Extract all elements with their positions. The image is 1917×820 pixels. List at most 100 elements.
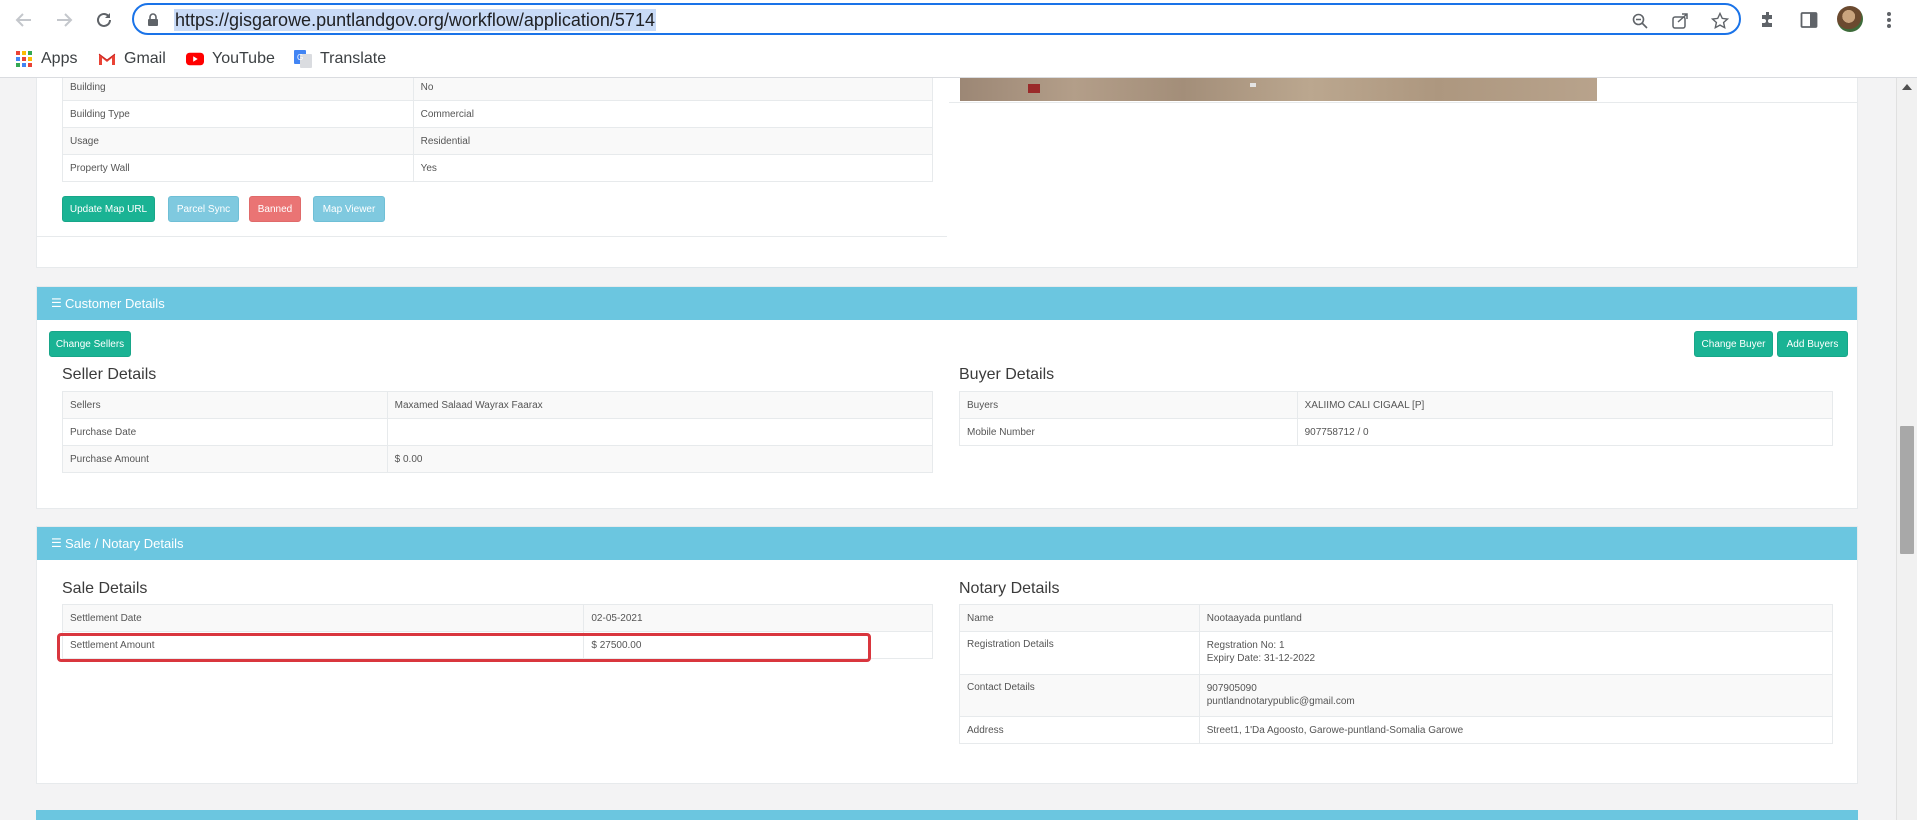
row-label: Building Type (62, 100, 414, 128)
registration-number: Regstration No: 1 (1206, 640, 1285, 651)
row-value: 02-05-2021 (583, 604, 933, 632)
extensions-icon[interactable] (1756, 8, 1780, 32)
table-row: Purchase Amount $ 0.00 (62, 445, 934, 473)
change-sellers-button[interactable]: Change Sellers (49, 331, 131, 357)
row-value: Nootaayada puntland (1198, 604, 1834, 632)
row-label: Registration Details (959, 631, 1200, 675)
property-panel: Building No Building Type Commercial Usage… (36, 78, 1858, 268)
zoom-icon[interactable] (1630, 11, 1650, 31)
contact-email: puntlandnotarypublic@gmail.com (1206, 696, 1355, 707)
apps-grid-icon (15, 50, 33, 68)
update-map-url-button[interactable]: Update Map URL (62, 196, 155, 222)
menu-icon[interactable] (1877, 8, 1901, 32)
url-text[interactable]: https://gisgarowe.puntlandgov.org/workfl… (174, 9, 656, 31)
browser-toolbar: https://gisgarowe.puntlandgov.org/workfl… (0, 0, 1917, 40)
table-row: Contact Details 907905090 puntlandnotary… (959, 674, 1834, 717)
add-buyers-button[interactable]: Add Buyers (1777, 331, 1848, 357)
row-label: Settlement Date (61, 604, 585, 632)
svg-text:G: G (297, 53, 303, 62)
row-value: Street1, 1'Da Agoosto, Garowe-puntland-S… (1198, 716, 1834, 744)
bookmark-gmail[interactable]: Gmail (98, 49, 166, 69)
profile-avatar[interactable] (1837, 6, 1863, 32)
scroll-up-arrow-icon[interactable] (1902, 84, 1912, 90)
row-value: 907905090 puntlandnotarypublic@gmail.com (1198, 674, 1834, 717)
row-value: No (412, 78, 934, 101)
seller-table: Sellers Maxamed Salaad Wayrax Faarax Purc… (62, 391, 934, 473)
row-label: Property Wall (62, 154, 414, 182)
buyer-details-heading: Buyer Details (959, 366, 1055, 383)
row-label: Contact Details (959, 674, 1200, 717)
list-icon: ☰ (51, 296, 62, 310)
page-scrollbar[interactable] (1896, 78, 1917, 820)
table-row: Usage Residential (62, 127, 934, 155)
row-label: Address (959, 716, 1200, 744)
row-label: Usage (62, 127, 414, 155)
bookmark-apps[interactable]: Apps (15, 49, 77, 69)
bookmark-youtube[interactable]: YouTube (186, 49, 275, 69)
table-row: Building No (62, 78, 934, 101)
table-row: Sellers Maxamed Salaad Wayrax Faarax (62, 391, 934, 419)
lock-icon[interactable] (146, 13, 160, 27)
row-label: Sellers (62, 391, 388, 419)
table-row: Address Street1, 1'Da Agoosto, Garowe-pun… (959, 716, 1834, 744)
row-value: Residential (412, 127, 934, 155)
table-row: Mobile Number 907758712 / 0 (959, 418, 1834, 446)
notary-table: Name Nootaayada puntland Registration Det… (959, 604, 1834, 744)
translate-icon: G (294, 50, 312, 68)
sale-details-heading: Sale Details (62, 580, 148, 597)
highlight-box (57, 633, 871, 662)
address-bar[interactable]: https://gisgarowe.puntlandgov.org/workfl… (132, 3, 1741, 35)
row-value: Regstration No: 1 Expiry Date: 31-12-202… (1198, 631, 1834, 675)
expiry-date: Expiry Date: 31-12-2022 (1206, 653, 1316, 664)
change-buyer-button[interactable]: Change Buyer (1694, 331, 1773, 357)
customer-details-panel: ☰ Customer Details Change Sellers Change… (36, 286, 1858, 509)
page-content: Building No Building Type Commercial Usage… (0, 78, 1896, 820)
row-label: Purchase Amount (62, 445, 388, 473)
satellite-map-image[interactable] (960, 78, 1597, 101)
property-table: Building No Building Type Commercial Usage… (62, 78, 934, 182)
row-label: Building (62, 78, 414, 101)
row-value: XALIIMO CALI CIGAAL [P] (1296, 391, 1834, 419)
map-marker (1028, 84, 1040, 93)
gmail-icon (98, 50, 116, 68)
table-row: Purchase Date (62, 418, 934, 446)
youtube-icon (186, 50, 204, 68)
table-row: Name Nootaayada puntland (959, 604, 1834, 632)
contact-phone: 907905090 (1206, 683, 1257, 694)
table-row: Building Type Commercial (62, 100, 934, 128)
panel-title: Sale / Notary Details (65, 536, 184, 551)
row-label: Name (959, 604, 1200, 632)
panel-title: Customer Details (65, 296, 165, 311)
seller-details-heading: Seller Details (62, 366, 157, 383)
bookmark-label: Gmail (124, 50, 166, 67)
scroll-thumb[interactable] (1900, 426, 1914, 554)
table-row: Buyers XALIIMO CALI CIGAAL [P] (959, 391, 1834, 419)
customer-details-header: ☰ Customer Details (37, 287, 1857, 320)
bookmark-label: YouTube (212, 50, 275, 67)
bookmarks-bar: Apps Gmail YouTube G Translate (0, 40, 1917, 78)
row-value: Maxamed Salaad Wayrax Faarax (386, 391, 934, 419)
share-icon[interactable] (1670, 11, 1690, 31)
map-feature (1250, 83, 1256, 87)
table-row: Settlement Date 02-05-2021 (61, 604, 933, 632)
bookmark-translate[interactable]: G Translate (294, 49, 386, 69)
buyer-table: Buyers XALIIMO CALI CIGAAL [P] Mobile Num… (959, 391, 1834, 446)
table-row: Registration Details Regstration No: 1 E… (959, 631, 1834, 675)
map-viewer-button[interactable]: Map Viewer (313, 196, 385, 222)
row-value (386, 418, 934, 446)
sale-notary-panel: ☰ Sale / Notary Details Sale Details Set… (36, 526, 1858, 784)
row-value: Commercial (412, 100, 934, 128)
bookmark-label: Apps (41, 50, 78, 67)
banned-button[interactable]: Banned (249, 196, 301, 222)
row-value: $ 0.00 (386, 445, 934, 473)
forward-arrow-icon[interactable] (50, 8, 78, 32)
reload-icon[interactable] (90, 8, 118, 32)
table-row: Property Wall Yes (62, 154, 934, 182)
side-panel-icon[interactable] (1797, 8, 1821, 32)
parcel-sync-button[interactable]: Parcel Sync (168, 196, 239, 222)
back-arrow-icon[interactable] (10, 8, 38, 32)
list-icon: ☰ (51, 536, 62, 550)
bookmark-label: Translate (320, 50, 387, 67)
star-icon[interactable] (1710, 11, 1730, 31)
row-label: Buyers (959, 391, 1298, 419)
